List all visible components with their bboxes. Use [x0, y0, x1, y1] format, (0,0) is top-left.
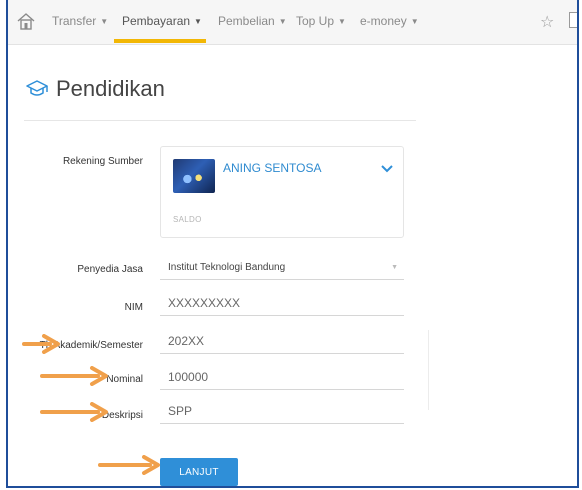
saldo-label: SALDO — [173, 215, 202, 224]
divider — [428, 330, 429, 410]
caret-down-icon: ▼ — [100, 17, 109, 26]
nim-value: XXXXXXXXX — [168, 296, 241, 310]
deskripsi-input[interactable]: SPP — [160, 398, 404, 424]
nominal-value: 100000 — [168, 370, 209, 384]
penyedia-jasa-label: Penyedia Jasa — [77, 264, 143, 275]
lanjut-button[interactable]: LANJUT — [160, 458, 238, 486]
account-name: ANING SENTOSA — [223, 161, 322, 175]
nav-item-label: Transfer — [52, 14, 97, 28]
graduation-cap-icon — [26, 80, 48, 96]
caret-down-icon: ▼ — [338, 17, 346, 26]
annotation-arrow-icon — [22, 334, 60, 354]
nim-label: NIM — [124, 302, 143, 313]
nominal-label: Nominal — [106, 374, 143, 385]
home-icon[interactable] — [16, 11, 36, 31]
divider — [24, 120, 416, 121]
account-card-image — [173, 159, 215, 193]
semester-input[interactable]: 202XX — [160, 328, 404, 354]
nav-item-pembelian[interactable]: Pembelian ▼ — [218, 14, 287, 28]
nav-item-top-up[interactable]: Top Up ▼ — [296, 14, 346, 28]
chevron-down-icon: ▼ — [391, 264, 398, 271]
page-title: Pendidikan — [56, 76, 165, 101]
annotation-arrow-icon — [40, 402, 108, 422]
active-tab-indicator — [114, 39, 206, 43]
nav-item-pembayaran[interactable]: Pembayaran ▼ — [122, 14, 202, 28]
annotation-arrow-icon — [40, 366, 108, 386]
nav-item-e-money[interactable]: e-money ▼ — [360, 14, 419, 28]
rekening-sumber-label: Rekening Sumber — [62, 156, 143, 167]
star-icon[interactable]: ☆ — [540, 12, 554, 32]
caret-down-icon: ▼ — [410, 17, 419, 26]
annotation-arrow-icon — [98, 455, 160, 475]
deskripsi-value: SPP — [168, 404, 193, 418]
app-window: Transfer ▼ Pembayaran ▼ Pembelian ▼ Top Up ▼… — [6, 0, 579, 488]
nav-item-label: e-money — [360, 14, 407, 28]
chevron-down-icon[interactable] — [381, 165, 393, 173]
account-card[interactable]: ANING SENTOSA SALDO — [160, 146, 404, 238]
penyedia-jasa-select[interactable]: Institut Teknologi Bandung ▼ — [160, 254, 404, 280]
nav-item-label: Pembayaran — [122, 14, 191, 28]
nav-item-label: Pembelian — [218, 14, 275, 28]
nominal-input[interactable]: 100000 — [160, 364, 404, 390]
caret-down-icon: ▼ — [194, 17, 202, 26]
nav-item-transfer[interactable]: Transfer ▼ — [52, 14, 108, 28]
document-icon[interactable] — [569, 12, 577, 28]
nav-item-label: Top Up — [296, 14, 335, 28]
nim-input[interactable]: XXXXXXXXX — [160, 290, 404, 316]
penyedia-jasa-value: Institut Teknologi Bandung — [168, 262, 286, 273]
caret-down-icon: ▼ — [278, 17, 287, 26]
top-navigation: Transfer ▼ Pembayaran ▼ Pembelian ▼ Top Up ▼… — [8, 0, 577, 45]
semester-value: 202XX — [168, 334, 205, 348]
